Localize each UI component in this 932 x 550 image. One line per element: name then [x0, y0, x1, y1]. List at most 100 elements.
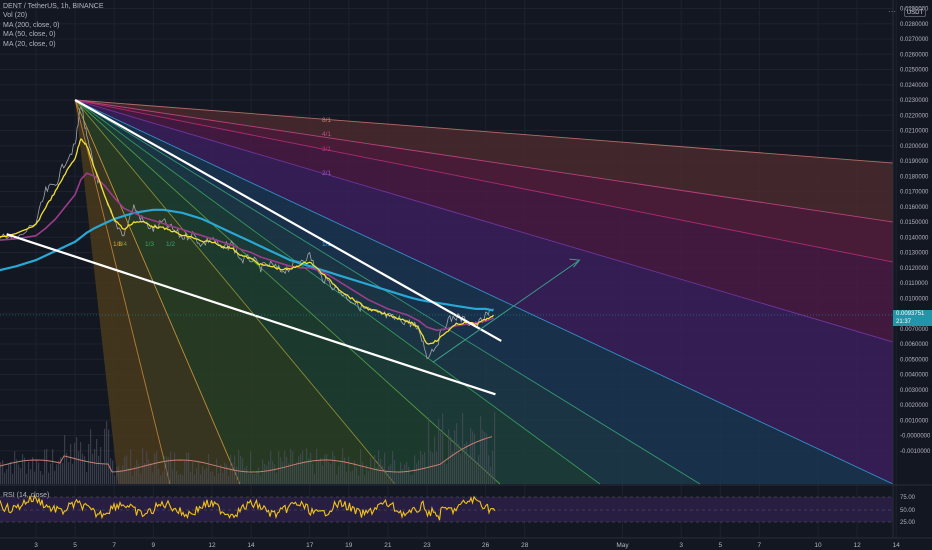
volume-bar [98, 455, 100, 484]
price-chart[interactable]: 8/14/13/12/11/11/21/31/41/8 0.02900000.0… [0, 0, 932, 550]
volume-bar [416, 463, 418, 484]
price-tick-label: 0.0110000 [900, 281, 929, 287]
volume-bar [106, 421, 108, 484]
price-tick-label: 0.0250000 [900, 68, 929, 74]
volume-bar [220, 464, 222, 484]
volume-bar [320, 457, 322, 484]
volume-bar [316, 448, 318, 484]
volume-bar [210, 472, 212, 484]
time-tick-label: 23 [423, 542, 431, 549]
volume-bar [392, 450, 394, 484]
volume-bar [364, 475, 366, 484]
legend-ma50[interactable]: MA (50, close, 0) [3, 30, 104, 39]
volume-bar [156, 450, 158, 484]
volume-bar [238, 449, 240, 484]
rsi-tick-label: 25.00 [900, 520, 916, 526]
volume-bar [332, 451, 334, 484]
volume-bar [232, 463, 234, 484]
price-tick-label: 0.0280000 [900, 22, 929, 28]
price-tick-label: 0.0170000 [900, 190, 929, 196]
volume-bar [372, 469, 374, 484]
legend-volume[interactable]: Vol (20) [3, 11, 104, 20]
price-tick-label: 0.0190000 [900, 159, 929, 165]
volume-bar [400, 462, 402, 484]
fan-label: 4/1 [322, 131, 331, 138]
volume-bar [178, 474, 180, 484]
price-tick-label: 0.0060000 [900, 342, 929, 348]
volume-bar [280, 457, 282, 484]
volume-bar [36, 460, 38, 484]
volume-bar [122, 464, 124, 484]
volume-bar [22, 454, 24, 484]
volume-bar [30, 469, 32, 484]
volume-bar [340, 462, 342, 484]
volume-bar [474, 433, 476, 484]
volume-bar [146, 451, 148, 484]
volume-bar [4, 472, 6, 484]
volume-bar [96, 439, 98, 484]
price-tick-label: 0.0020000 [900, 403, 929, 409]
volume-bar [50, 463, 52, 484]
volume-bar [24, 457, 26, 484]
price-tick-label: 0.0180000 [900, 174, 929, 180]
volume-bar [482, 429, 484, 484]
currency-selector[interactable]: USDT [904, 7, 926, 17]
legend-symbol[interactable]: DENT / TetherUS, 1h, BINANCE [3, 2, 104, 11]
legend-ma20[interactable]: MA (20, close, 0) [3, 40, 104, 49]
volume-bar [16, 459, 18, 484]
more-options-icon[interactable]: ⋯ [888, 7, 896, 16]
volume-bar [136, 459, 138, 484]
volume-bar [452, 451, 454, 484]
volume-bar [218, 473, 220, 484]
volume-bar [214, 475, 216, 484]
price-tick-label: -0.0010000 [900, 449, 931, 455]
volume-bar [140, 473, 142, 484]
volume-bar [62, 463, 64, 484]
volume-bar [362, 461, 364, 484]
price-tick-label: 0.0160000 [900, 205, 929, 211]
volume-bar [114, 475, 116, 484]
volume-bar [118, 465, 120, 484]
volume-bar [48, 472, 50, 484]
volume-bar [440, 432, 442, 484]
volume-bar [446, 464, 448, 484]
volume-bar [360, 449, 362, 484]
volume-bar [380, 459, 382, 484]
volume-bar [14, 451, 16, 484]
price-tick-label: 0.0050000 [900, 357, 929, 363]
volume-bar [150, 462, 152, 484]
volume-bar [472, 431, 474, 484]
volume-bar [388, 466, 390, 484]
volume-bar [430, 451, 432, 484]
volume-bar [40, 471, 42, 484]
volume-bar [468, 454, 470, 484]
volume-bar [32, 457, 34, 484]
volume-bar [12, 473, 14, 484]
volume-bar [100, 447, 102, 484]
legend-ma200[interactable]: MA (200, close, 0) [3, 21, 104, 30]
volume-bar [192, 462, 194, 484]
volume-bar [348, 457, 350, 484]
volume-bar [66, 453, 68, 484]
volume-bar [404, 464, 406, 484]
volume-bar [44, 449, 46, 484]
volume-bar [208, 453, 210, 484]
volume-bar [450, 436, 452, 484]
volume-bar [54, 470, 56, 484]
volume-bar [158, 468, 160, 484]
volume-bar [492, 450, 494, 484]
volume-bar [10, 461, 12, 484]
rsi-legend[interactable]: RSI (14, close) [3, 492, 49, 499]
last-price-value: 0.0093751 [896, 311, 925, 317]
volume-bar [476, 461, 478, 484]
time-tick-label: 21 [384, 542, 392, 549]
volume-bar [478, 455, 480, 484]
volume-bar [188, 452, 190, 484]
volume-bar [268, 460, 270, 484]
volume-bar [292, 451, 294, 484]
volume-bar [206, 467, 208, 484]
volume-bar [246, 465, 248, 484]
volume-bar [236, 466, 238, 484]
volume-bar [92, 453, 94, 484]
volume-bar [438, 418, 440, 484]
